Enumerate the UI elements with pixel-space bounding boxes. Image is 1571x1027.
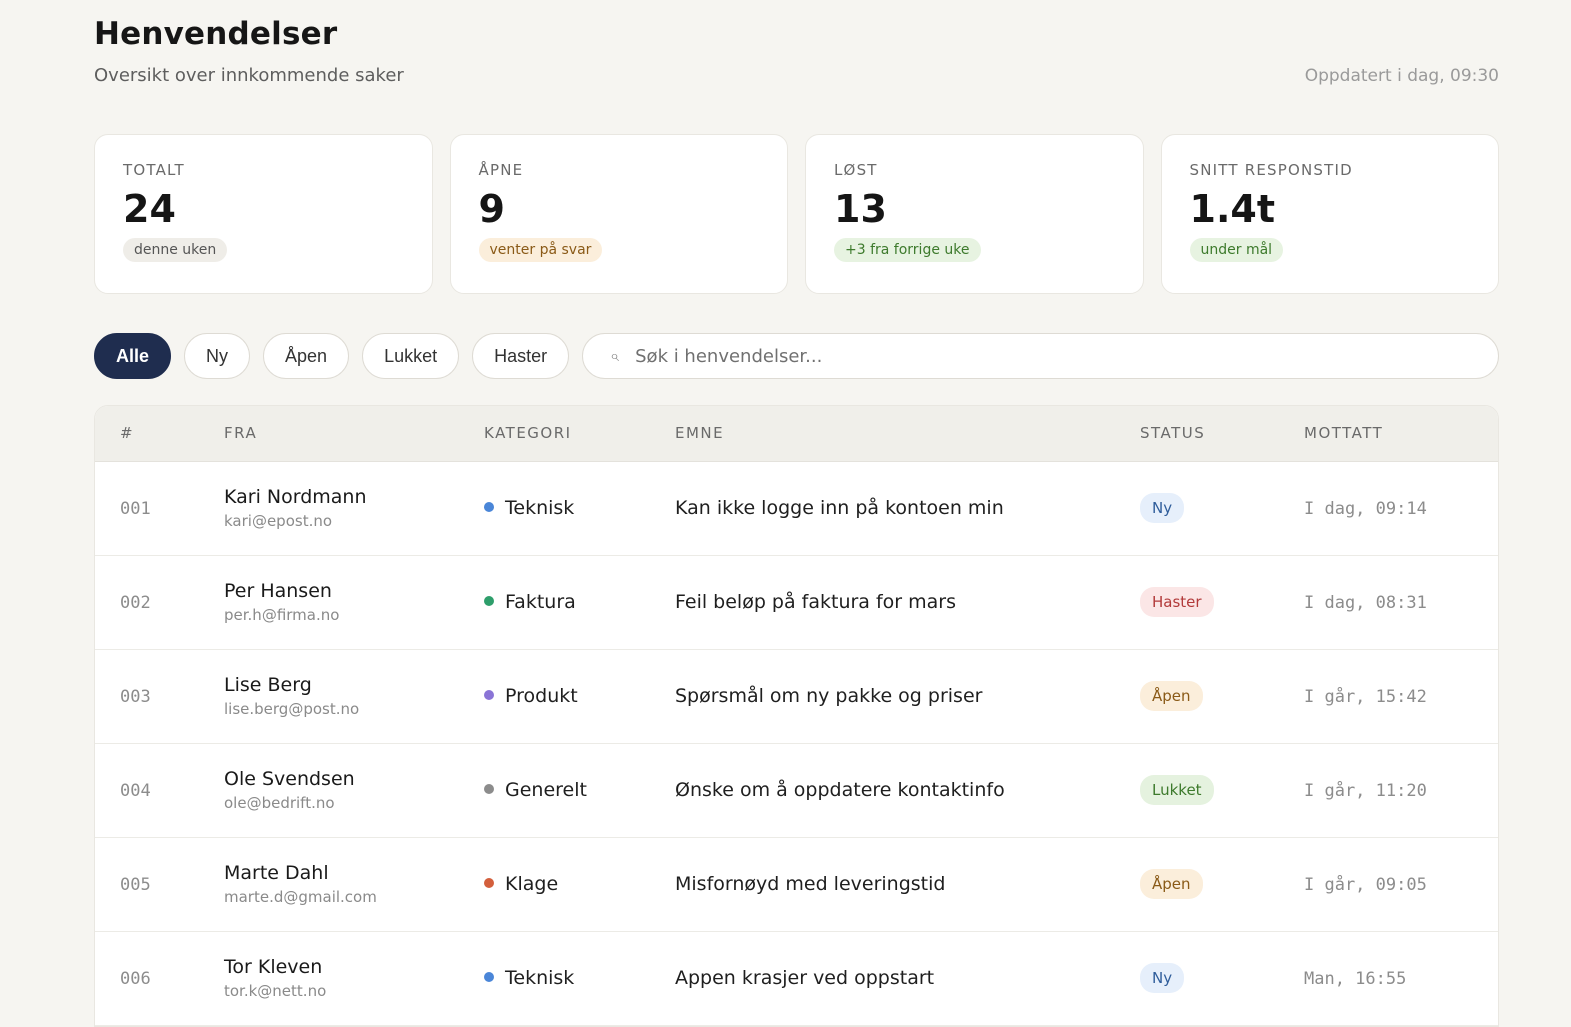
stat-label: SNITT RESPONSTID bbox=[1189, 161, 1353, 179]
category-label: Generelt bbox=[505, 779, 587, 801]
page: Henvendelser Oversikt over innkommende s… bbox=[94, 0, 1499, 1027]
stat-pill: +3 fra forrige uke bbox=[834, 238, 981, 262]
stat-pill: under mål bbox=[1189, 238, 1284, 262]
search-input[interactable] bbox=[633, 344, 1238, 368]
received-time: I går, 09:05 bbox=[1304, 875, 1427, 895]
category-dot bbox=[484, 971, 494, 982]
row-id: 004 bbox=[120, 781, 151, 801]
stat-value: 13 bbox=[834, 187, 887, 231]
filter-chip-ny[interactable]: Ny bbox=[184, 333, 251, 379]
subject-text: Feil beløp på faktura for mars bbox=[675, 591, 957, 613]
stat-value: 1.4t bbox=[1189, 187, 1275, 231]
sender-email: tor.k@nett.no bbox=[224, 982, 327, 1000]
sender-name: Per Hansen bbox=[224, 580, 332, 602]
inquiries-table: # FRA KATEGORI EMNE STATUS MOTTATT 001 K… bbox=[94, 405, 1499, 1027]
category-label: Faktura bbox=[505, 591, 576, 613]
row-id: 003 bbox=[120, 687, 151, 707]
filter-chip-haster[interactable]: Haster bbox=[472, 333, 570, 379]
category-dot bbox=[484, 501, 494, 512]
category-dot bbox=[484, 877, 494, 888]
sender-email: marte.d@gmail.com bbox=[224, 888, 377, 906]
sender-email: kari@epost.no bbox=[224, 512, 333, 530]
column-header-status[interactable]: STATUS bbox=[1139, 406, 1303, 462]
stat-card-total: TOTALT 24 denne uken bbox=[94, 134, 433, 294]
table-row[interactable]: 003 Lise Berg lise.berg@post.no Produkt S… bbox=[95, 649, 1498, 744]
sender-name: Tor Kleven bbox=[224, 956, 323, 978]
subject-text: Kan ikke logge inn på kontoen min bbox=[675, 497, 1004, 519]
category-label: Klage bbox=[505, 873, 559, 895]
category-label: Produkt bbox=[505, 685, 578, 707]
received-time: I går, 11:20 bbox=[1304, 781, 1427, 801]
sender-name: Ole Svendsen bbox=[224, 768, 355, 790]
sender-name: Kari Nordmann bbox=[224, 486, 367, 508]
subject-text: Ønske om å oppdatere kontaktinfo bbox=[675, 779, 1005, 801]
stat-label: ÅPNE bbox=[478, 161, 524, 179]
received-time: I går, 15:42 bbox=[1304, 687, 1427, 707]
stat-value: 9 bbox=[478, 187, 505, 231]
search-box[interactable]: ⌕ bbox=[582, 333, 1499, 379]
table-row[interactable]: 001 Kari Nordmann kari@epost.no Teknisk K… bbox=[95, 461, 1498, 556]
sender-name: Marte Dahl bbox=[224, 862, 329, 884]
category-label: Teknisk bbox=[505, 497, 575, 519]
row-id: 001 bbox=[120, 499, 151, 519]
category-label: Teknisk bbox=[505, 967, 575, 989]
subject-text: Spørsmål om ny pakke og priser bbox=[675, 685, 983, 707]
status-badge: Ny bbox=[1140, 963, 1185, 993]
status-badge: Åpen bbox=[1140, 681, 1203, 711]
status-badge: Ny bbox=[1140, 493, 1185, 523]
table-row[interactable]: 005 Marte Dahl marte.d@gmail.com Klage Mi… bbox=[95, 837, 1498, 932]
received-time: I dag, 09:14 bbox=[1304, 499, 1427, 519]
category-dot bbox=[484, 595, 494, 606]
stat-card-solved: LØST 13 +3 fra forrige uke bbox=[805, 134, 1144, 294]
row-id: 005 bbox=[120, 875, 151, 895]
column-header-from[interactable]: FRA bbox=[223, 406, 483, 462]
category-dot bbox=[484, 689, 494, 700]
row-id: 002 bbox=[120, 593, 151, 613]
filter-chip-lukket[interactable]: Lukket bbox=[362, 333, 460, 379]
status-badge: Åpen bbox=[1140, 869, 1203, 899]
table-row[interactable]: 004 Ole Svendsen ole@bedrift.no Generelt … bbox=[95, 743, 1498, 838]
row-id: 006 bbox=[120, 969, 151, 989]
stat-value: 24 bbox=[123, 187, 176, 231]
stats-row: TOTALT 24 denne uken ÅPNE 9 venter på sv… bbox=[94, 134, 1499, 294]
stat-card-response-time: SNITT RESPONSTID 1.4t under mål bbox=[1160, 134, 1499, 294]
table-row[interactable]: 006 Tor Kleven tor.k@nett.no Teknisk Appe… bbox=[95, 931, 1498, 1026]
status-badge: Haster bbox=[1140, 587, 1214, 617]
stat-label: TOTALT bbox=[123, 161, 185, 179]
sender-name: Lise Berg bbox=[224, 674, 312, 696]
page-title: Henvendelser bbox=[94, 16, 338, 52]
stat-label: LØST bbox=[834, 161, 878, 179]
page-header: Henvendelser Oversikt over innkommende s… bbox=[94, 0, 1499, 134]
received-time: Man, 16:55 bbox=[1304, 969, 1407, 989]
filter-chip-alle[interactable]: Alle bbox=[94, 333, 172, 379]
column-header-subject[interactable]: EMNE bbox=[674, 406, 1139, 462]
last-updated-text: Oppdatert i dag, 09:30 bbox=[1304, 66, 1499, 86]
table-body: 001 Kari Nordmann kari@epost.no Teknisk K… bbox=[95, 461, 1498, 1026]
sender-email: ole@bedrift.no bbox=[224, 794, 335, 812]
subject-text: Appen krasjer ved oppstart bbox=[675, 967, 935, 989]
stat-pill: venter på svar bbox=[478, 238, 603, 262]
received-time: I dag, 08:31 bbox=[1304, 593, 1427, 613]
column-header-received[interactable]: MOTTATT bbox=[1303, 406, 1498, 462]
table-row[interactable]: 002 Per Hansen per.h@firma.no Faktura Fei… bbox=[95, 555, 1498, 650]
stat-pill: denne uken bbox=[123, 238, 228, 262]
category-dot bbox=[484, 783, 494, 794]
status-badge: Lukket bbox=[1140, 775, 1214, 805]
subject-text: Misfornøyd med leveringstid bbox=[675, 873, 946, 895]
search-icon: ⌕ bbox=[610, 346, 620, 365]
sender-email: lise.berg@post.no bbox=[224, 700, 360, 718]
stat-card-open: ÅPNE 9 venter på svar bbox=[449, 134, 788, 294]
column-header-id[interactable]: # bbox=[95, 406, 223, 462]
filter-chip-apen[interactable]: Åpen bbox=[263, 333, 350, 379]
sender-email: per.h@firma.no bbox=[224, 606, 340, 624]
column-header-category[interactable]: KATEGORI bbox=[483, 406, 674, 462]
table-header-row: # FRA KATEGORI EMNE STATUS MOTTATT bbox=[95, 406, 1498, 462]
page-subtitle: Oversikt over innkommende saker bbox=[94, 65, 404, 86]
filter-bar: Alle Ny Åpen Lukket Haster ⌕ bbox=[94, 332, 1499, 380]
